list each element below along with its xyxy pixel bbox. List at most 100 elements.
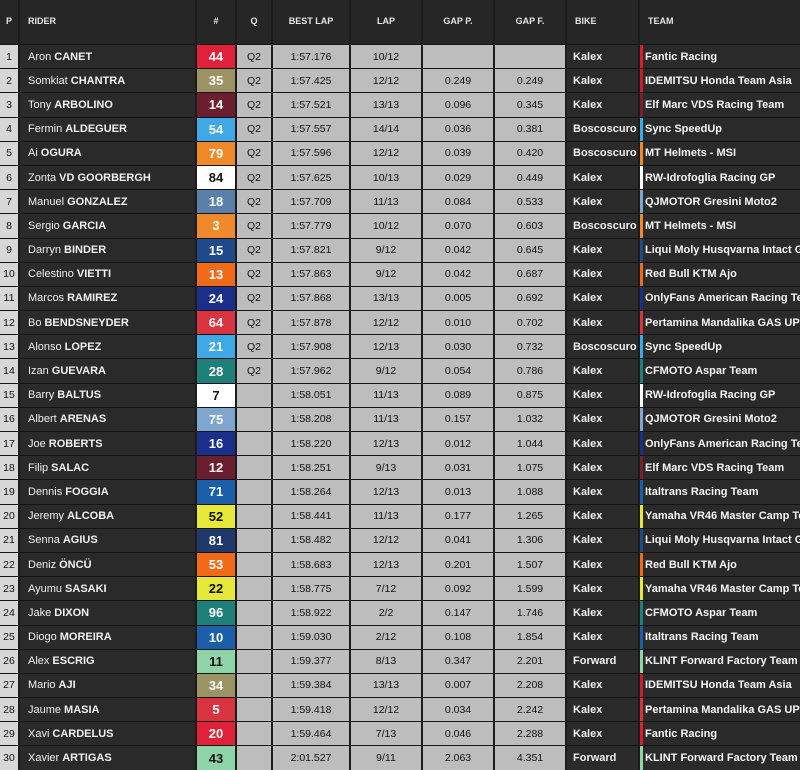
rider-name[interactable]: Ai OGURA — [20, 140, 195, 165]
rider-name[interactable]: Dennis FOGGIA — [20, 479, 195, 504]
team-name[interactable]: Red Bull KTM Ajo — [640, 551, 800, 577]
rider-name[interactable]: Barry BALTUS — [20, 382, 195, 407]
team-name[interactable]: Elf Marc VDS Racing Team — [640, 92, 800, 117]
team-name[interactable]: CFMOTO Aspar Team — [640, 600, 800, 625]
team-name[interactable]: Pertamina Mandalika GAS UP Team — [640, 697, 800, 722]
best-lap-time: 1:58.264 — [273, 479, 349, 504]
header-best-lap[interactable]: BEST LAP — [273, 0, 349, 44]
team-color-stripe — [640, 673, 643, 698]
header-gap-first[interactable]: GAP F. — [495, 0, 565, 44]
rider-name[interactable]: Jaume MASIA — [20, 697, 195, 722]
team-name[interactable]: RW-Idrofoglia Racing GP — [640, 164, 800, 190]
rider-name[interactable]: Jeremy ALCOBA — [20, 503, 195, 528]
rider-name[interactable]: Marcos RAMIREZ — [20, 285, 195, 311]
rider-name[interactable]: Zonta VD GOORBERGH — [20, 164, 195, 190]
rider-name[interactable]: Izan GUEVARA — [20, 358, 195, 383]
team-name[interactable]: Pertamina Mandalika GAS UP Team — [640, 310, 800, 335]
rider-name[interactable]: Ayumu SASAKI — [20, 576, 195, 601]
team-name[interactable]: Italtrans Racing Team — [640, 624, 800, 649]
team-name[interactable]: OnlyFans American Racing Team — [640, 431, 800, 456]
header-lap[interactable]: LAP — [351, 0, 421, 44]
rider-name[interactable]: Aron CANET — [20, 44, 195, 69]
rider-number-badge: 10 — [197, 624, 235, 649]
header-gap-prev[interactable]: GAP P. — [423, 0, 493, 44]
rider-name[interactable]: Joe ROBERTS — [20, 431, 195, 456]
rider-name[interactable]: Albert ARENAS — [20, 406, 195, 431]
header-pos[interactable]: P — [0, 0, 18, 44]
team-name[interactable]: MT Helmets - MSI — [640, 140, 800, 165]
gap-previous: 0.157 — [423, 406, 493, 431]
best-lap-time: 1:59.377 — [273, 648, 349, 673]
team-color-stripe — [640, 432, 643, 456]
team-name[interactable]: RW-Idrofoglia Racing GP — [640, 382, 800, 407]
rider-name[interactable]: Sergio GARCIA — [20, 213, 195, 238]
rider-name[interactable]: Senna AGIUS — [20, 527, 195, 552]
row-position: 7 — [0, 189, 18, 214]
rider-name[interactable]: Mario AJI — [20, 672, 195, 698]
rider-name[interactable]: Bo BENDSNEYDER — [20, 310, 195, 335]
header-rider[interactable]: RIDER — [20, 0, 195, 44]
gap-previous: 0.042 — [423, 237, 493, 262]
team-name[interactable]: Liqui Moly Husqvarna Intact GP — [640, 527, 800, 552]
best-lap-time: 1:57.779 — [273, 213, 349, 238]
rider-name[interactable]: Xavier ARTIGAS — [20, 745, 195, 770]
team-name[interactable]: MT Helmets - MSI — [640, 213, 800, 238]
qualifying-session — [237, 624, 271, 649]
team-color-stripe — [640, 335, 643, 359]
rider-first-name: Bo — [28, 316, 42, 329]
header-bike[interactable]: BIKE — [567, 0, 638, 44]
team-name[interactable]: Red Bull KTM Ajo — [640, 261, 800, 286]
gap-first: 0.875 — [495, 382, 565, 407]
team-name[interactable]: Sync SpeedUp — [640, 116, 800, 141]
team-name[interactable]: IDEMITSU Honda Team Asia — [640, 672, 800, 698]
gap-first: 1.075 — [495, 455, 565, 480]
team-name[interactable]: Liqui Moly Husqvarna Intact GP — [640, 237, 800, 262]
team-name[interactable]: OnlyFans American Racing Team — [640, 285, 800, 311]
rider-name[interactable]: Darryn BINDER — [20, 237, 195, 262]
row-position: 27 — [0, 672, 18, 698]
team-name[interactable]: KLINT Forward Factory Team — [640, 648, 800, 673]
rider-name[interactable]: Jake DIXON — [20, 600, 195, 625]
team-name-text: Italtrans Racing Team — [645, 485, 759, 498]
row-position: 3 — [0, 92, 18, 117]
rider-name[interactable]: Alex ESCRIG — [20, 648, 195, 673]
team-name-text: IDEMITSU Honda Team Asia — [645, 74, 792, 87]
header-number[interactable]: # — [197, 0, 235, 44]
team-name[interactable]: Elf Marc VDS Racing Team — [640, 455, 800, 480]
rider-name[interactable]: Somkiat CHANTRA — [20, 68, 195, 93]
rider-name[interactable]: Diogo MOREIRA — [20, 624, 195, 649]
header-team[interactable]: TEAM — [640, 0, 800, 44]
rider-name[interactable]: Filip SALAC — [20, 455, 195, 480]
rider-name[interactable]: Fermin ALDEGUER — [20, 116, 195, 141]
team-name[interactable]: Yamaha VR46 Master Camp Team — [640, 576, 800, 601]
team-name[interactable]: QJMOTOR Gresini Moto2 — [640, 406, 800, 431]
rider-name[interactable]: Alonso LOPEZ — [20, 334, 195, 359]
rider-name[interactable]: Celestino VIETTI — [20, 261, 195, 286]
team-name[interactable]: Fantic Racing — [640, 44, 800, 69]
header-q[interactable]: Q — [237, 0, 271, 44]
lap-count: 9/11 — [351, 745, 421, 770]
team-color-stripe — [640, 383, 643, 407]
team-name[interactable]: KLINT Forward Factory Team — [640, 745, 800, 770]
rider-name[interactable]: Tony ARBOLINO — [20, 92, 195, 117]
rider-name[interactable]: Manuel GONZALEZ — [20, 189, 195, 214]
rider-last-name: BINDER — [64, 244, 107, 257]
team-name[interactable]: Yamaha VR46 Master Camp Team — [640, 503, 800, 528]
gap-previous: 0.036 — [423, 116, 493, 141]
rider-name[interactable]: Deniz ÖNCÜ — [20, 551, 195, 577]
team-color-stripe — [640, 746, 643, 770]
team-name[interactable]: CFMOTO Aspar Team — [640, 358, 800, 383]
rider-number-badge: 7 — [197, 382, 235, 407]
gap-previous: 0.039 — [423, 140, 493, 165]
rider-name[interactable]: Xavi CARDELUS — [20, 721, 195, 746]
team-name[interactable]: Sync SpeedUp — [640, 334, 800, 359]
team-name[interactable]: IDEMITSU Honda Team Asia — [640, 68, 800, 93]
best-lap-time: 1:57.908 — [273, 334, 349, 359]
gap-previous: 0.010 — [423, 310, 493, 335]
lap-count: 11/13 — [351, 189, 421, 214]
qualifying-session — [237, 576, 271, 601]
best-lap-time: 1:59.464 — [273, 721, 349, 746]
team-name[interactable]: Fantic Racing — [640, 721, 800, 746]
team-name[interactable]: QJMOTOR Gresini Moto2 — [640, 189, 800, 214]
team-name[interactable]: Italtrans Racing Team — [640, 479, 800, 504]
